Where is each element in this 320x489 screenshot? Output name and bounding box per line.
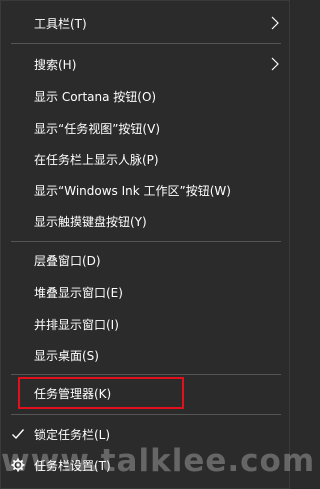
menu-item-label: 堆叠显示窗口(E): [34, 285, 123, 300]
menu-item-label: 任务管理器(K): [34, 386, 112, 401]
menu-item-side-by-side-windows[interactable]: 并排显示窗口(I): [1, 310, 289, 339]
menu-item-cascade-windows[interactable]: 层叠窗口(D): [1, 246, 289, 275]
menu-separator: [11, 374, 281, 375]
menu-item-show-windows-ink-button[interactable]: 显示“Windows Ink 工作区”按钮(W): [1, 176, 289, 205]
menu-item-show-cortana-button[interactable]: 显示 Cortana 按钮(O): [1, 82, 289, 111]
menu-item-label: 显示 Cortana 按钮(O): [34, 89, 157, 104]
menu-item-show-people[interactable]: 在任务栏上显示人脉(P): [1, 145, 289, 174]
menu-item-task-manager[interactable]: 任务管理器(K): [1, 379, 289, 408]
menu-item-label: 层叠窗口(D): [34, 253, 101, 268]
menu-item-label: 搜索(H): [34, 57, 77, 72]
menu-item-label: 显示触摸键盘按钮(Y): [34, 214, 147, 229]
chevron-right-icon: [271, 16, 279, 30]
watermark: www.talklee.com: [1, 443, 316, 479]
menu-item-stack-windows[interactable]: 堆叠显示窗口(E): [1, 278, 289, 307]
menu-separator: [11, 414, 281, 415]
menu-item-show-touch-keyboard-button[interactable]: 显示触摸键盘按钮(Y): [1, 207, 289, 236]
checkmark-icon: [12, 429, 25, 440]
menu-item-label: 显示桌面(S): [34, 348, 99, 363]
menu-item-show-desktop[interactable]: 显示桌面(S): [1, 341, 289, 370]
menu-separator: [11, 241, 281, 242]
menu-separator: [11, 43, 281, 44]
taskbar-context-menu: 工具栏(T) 搜索(H) 显示 Cortana 按钮(O) 显示“任务视图”按钮…: [0, 0, 316, 489]
menu-item-label: 显示“Windows Ink 工作区”按钮(W): [34, 183, 231, 198]
menu-item-show-task-view-button[interactable]: 显示“任务视图”按钮(V): [1, 114, 289, 143]
menu-item-label: 显示“任务视图”按钮(V): [34, 121, 161, 136]
menu-item-label: 工具栏(T): [34, 16, 87, 31]
menu-item-label: 并排显示窗口(I): [34, 317, 119, 332]
menu-item-label: 锁定任务栏(L): [34, 427, 111, 442]
menu-item-search[interactable]: 搜索(H): [1, 50, 289, 79]
menu-item-toolbars[interactable]: 工具栏(T): [1, 9, 289, 38]
chevron-right-icon: [271, 57, 279, 71]
menu-item-label: 在任务栏上显示人脉(P): [34, 152, 159, 167]
